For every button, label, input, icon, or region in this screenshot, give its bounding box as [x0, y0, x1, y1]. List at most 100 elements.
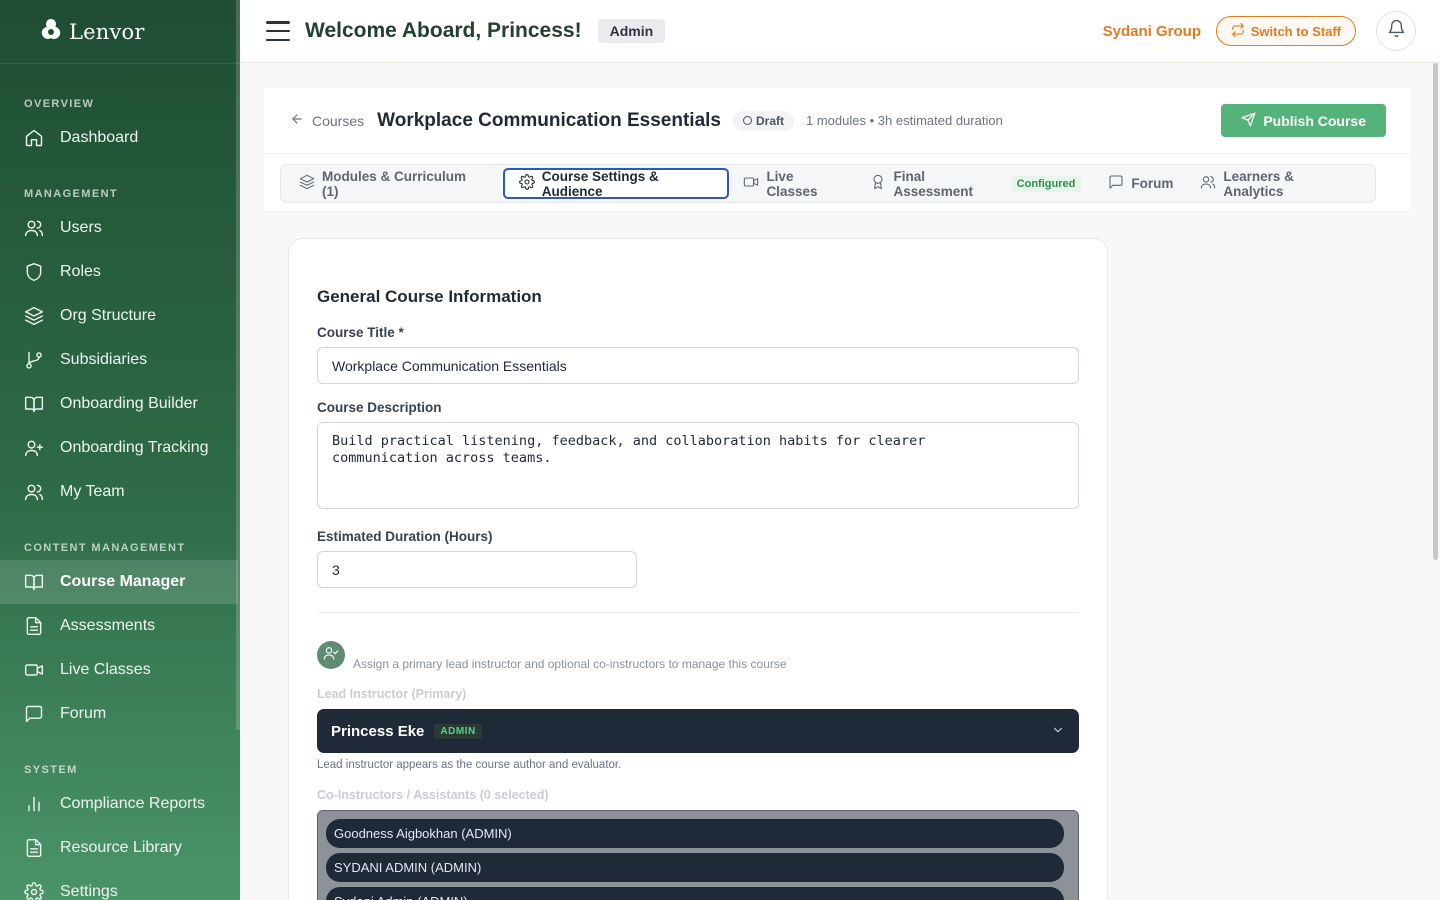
- video-icon: [743, 174, 759, 193]
- instructor-avatar: [317, 641, 345, 669]
- sidebar-item-users[interactable]: Users: [0, 206, 238, 250]
- users-icon: [1200, 174, 1216, 193]
- sidebar-item-label: Roles: [60, 263, 101, 280]
- send-icon: [1241, 112, 1256, 130]
- sidebar-item-label: Compliance Reports: [60, 795, 205, 812]
- sidebar-item-dashboard[interactable]: Dashboard: [0, 116, 238, 160]
- tab-label: Modules & Curriculum (1): [322, 168, 467, 199]
- tab-course-settings-audience[interactable]: Course Settings & Audience: [502, 168, 730, 199]
- tab-label: Live Classes: [766, 168, 818, 199]
- lead-instructor-label: Lead Instructor (Primary): [317, 687, 467, 701]
- course-meta: 1 modules • 3h estimated duration: [806, 113, 1003, 128]
- back-label: Courses: [312, 112, 365, 129]
- tab-learners-analytics[interactable]: Learners & Analytics: [1198, 168, 1363, 199]
- co-instructor-option[interactable]: Sydani Admin (ADMIN): [326, 887, 1064, 900]
- role-badge: Admin: [597, 19, 666, 43]
- home-icon: [24, 128, 44, 148]
- tab-live-classes[interactable]: Live Classes: [741, 168, 856, 199]
- tab-label: Course Settings & Audience: [541, 168, 659, 199]
- award-icon: [870, 174, 886, 193]
- sidebar-item-onboarding-tracking[interactable]: Onboarding Tracking: [0, 426, 238, 470]
- tab-forum[interactable]: Forum: [1106, 168, 1186, 199]
- sidebar-item-onboarding-builder[interactable]: Onboarding Builder: [0, 382, 238, 426]
- org-name[interactable]: Sydani Group: [1103, 23, 1201, 40]
- sidebar-item-live-classes[interactable]: Live Classes: [0, 648, 238, 692]
- sidebar-item-my-team[interactable]: My Team: [0, 470, 238, 514]
- publish-course-button[interactable]: Publish Course: [1221, 104, 1386, 137]
- section-system: SYSTEM: [24, 764, 78, 776]
- welcome-message: Welcome Aboard, Princess!: [305, 19, 582, 42]
- section-title: General Course Information: [317, 287, 542, 306]
- configured-badge: Configured: [1010, 175, 1082, 192]
- git-branch-icon: [24, 350, 44, 370]
- section-management: MANAGEMENT: [24, 188, 119, 200]
- instructor-help-text: Assign a primary lead instructor and opt…: [353, 657, 787, 671]
- sidebar-item-label: Assessments: [60, 617, 156, 634]
- general-info-card: General Course Information Course Title …: [288, 238, 1108, 900]
- course-title-input[interactable]: Workplace Communication Essentials: [317, 347, 1079, 384]
- layers-icon: [299, 174, 315, 193]
- sidebar-item-label: Users: [60, 219, 102, 236]
- admin-badge: ADMIN: [434, 723, 482, 739]
- brand-name: Lenvor: [69, 19, 145, 44]
- sidebar-item-forum[interactable]: Forum: [0, 692, 238, 736]
- sidebar-item-settings[interactable]: Settings: [0, 870, 238, 900]
- course-tabs: Modules & Curriculum (1) Course Settings…: [280, 164, 1376, 203]
- brand[interactable]: Lenvor: [0, 0, 240, 64]
- notifications-button[interactable]: [1376, 11, 1416, 51]
- layers-icon: [24, 306, 44, 326]
- lead-instructor-select[interactable]: Princess Eke ADMIN: [317, 709, 1079, 753]
- sidebar-item-label: Subsidiaries: [60, 351, 148, 368]
- sidebar-item-label: Org Structure: [60, 307, 157, 324]
- sidebar-item-label: Dashboard: [60, 129, 139, 146]
- sidebar-item-label: Forum: [60, 705, 107, 722]
- course-title: Workplace Communication Essentials: [377, 109, 721, 131]
- sidebar-item-org-structure[interactable]: Org Structure: [0, 294, 238, 338]
- divider: [317, 612, 1079, 613]
- course-description-label: Course Description: [317, 400, 442, 415]
- switch-to-staff-button[interactable]: Switch to Staff: [1215, 16, 1356, 46]
- tab-label: Forum: [1131, 176, 1174, 191]
- sidebar-item-course-manager[interactable]: Course Manager: [0, 560, 238, 604]
- sidebar-item-subsidiaries[interactable]: Subsidiaries: [0, 338, 238, 382]
- sidebar-item-resource-library[interactable]: Resource Library: [0, 826, 238, 870]
- file-text-icon: [24, 616, 44, 636]
- course-description-textarea[interactable]: Build practical listening, feedback, and…: [317, 422, 1079, 509]
- sidebar-item-label: Onboarding Tracking: [60, 439, 209, 456]
- main-content: Courses Workplace Communication Essentia…: [240, 63, 1440, 900]
- co-instructor-option[interactable]: Goodness Aigbokhan (ADMIN): [326, 819, 1064, 848]
- tab-label: Learners & Analytics: [1223, 168, 1294, 199]
- bar-chart-icon: [24, 794, 44, 814]
- message-square-icon: [1108, 174, 1124, 193]
- section-content-management: CONTENT MANAGEMENT: [24, 542, 186, 554]
- users-icon: [24, 218, 44, 238]
- sidebar-item-compliance-reports[interactable]: Compliance Reports: [0, 782, 238, 826]
- user-check-icon: [323, 645, 339, 666]
- users-icon: [24, 482, 44, 502]
- menu-toggle-icon[interactable]: [266, 21, 290, 41]
- co-instructor-option[interactable]: SYDANI ADMIN (ADMIN): [326, 853, 1064, 882]
- tab-modules-curriculum[interactable]: Modules & Curriculum (1): [297, 168, 491, 199]
- co-instructors-select[interactable]: Goodness Aigbokhan (ADMIN) SYDANI ADMIN …: [317, 810, 1079, 900]
- shield-icon: [24, 262, 44, 282]
- course-header: Courses Workplace Communication Essentia…: [264, 88, 1410, 212]
- duration-label: Estimated Duration (Hours): [317, 529, 493, 544]
- status-badge: Draft: [733, 110, 795, 131]
- book-open-icon: [24, 394, 44, 414]
- duration-input[interactable]: 3: [317, 551, 637, 588]
- brand-logo-icon: [38, 16, 69, 47]
- bell-icon: [1387, 19, 1406, 43]
- sidebar-item-roles[interactable]: Roles: [0, 250, 238, 294]
- status-label: Draft: [756, 113, 785, 128]
- file-text-icon: [24, 838, 44, 858]
- top-header: Welcome Aboard, Princess! Admin Sydani G…: [240, 0, 1440, 63]
- sidebar-item-assessments[interactable]: Assessments: [0, 604, 238, 648]
- back-to-courses-link[interactable]: Courses: [290, 112, 364, 129]
- user-plus-icon: [24, 438, 44, 458]
- tab-label: Final Assessment: [893, 168, 974, 199]
- main-scrollbar[interactable]: [1433, 63, 1438, 560]
- sidebar: Lenvor OVERVIEW Dashboard MANAGEMENT Use…: [0, 0, 240, 900]
- tab-final-assessment[interactable]: Final Assessment Configured: [868, 168, 1094, 199]
- sidebar-item-label: Course Manager: [60, 573, 186, 590]
- gear-icon: [24, 882, 44, 900]
